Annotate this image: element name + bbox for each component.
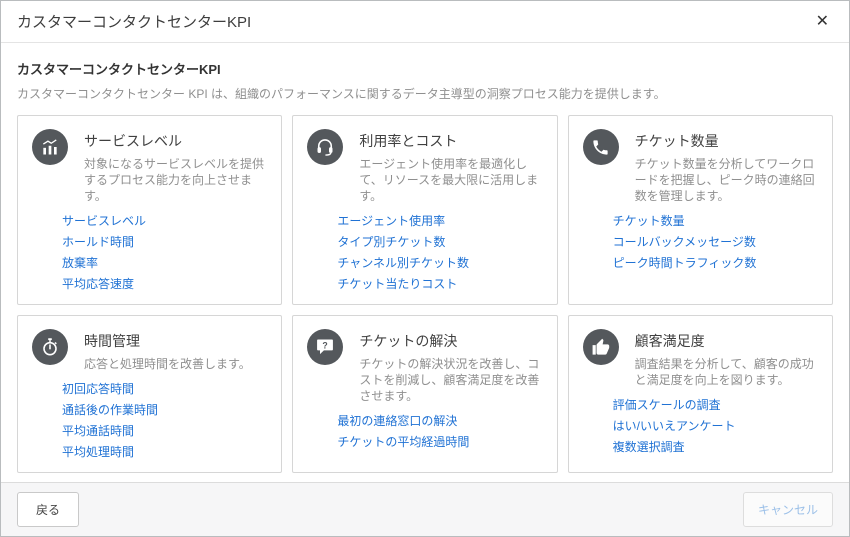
kpi-link[interactable]: ホールド時間 (62, 236, 134, 249)
card-description: エージェント使用率を最適化して、リソースを最大限に活用します。 (359, 156, 542, 204)
section-heading: カスタマーコンタクトセンターKPI (17, 59, 833, 78)
card-links: チケット数量 コールバックメッセージ数 ピーク時間トラフィック数 (613, 215, 818, 270)
kpi-link[interactable]: サービスレベル (62, 215, 146, 228)
card-links: 評価スケールの調査 はい/いいえアンケート 複数選択調査 (613, 399, 818, 454)
chat-question-icon: ? (307, 329, 343, 365)
back-button[interactable]: 戻る (17, 492, 79, 527)
kpi-link[interactable]: 最初の連絡窓口の解決 (337, 415, 457, 428)
card-title: 顧客満足度 (635, 331, 818, 351)
dialog-footer: 戻る キャンセル (1, 482, 849, 536)
kpi-link[interactable]: タイプ別チケット数 (337, 236, 445, 249)
card-links: サービスレベル ホールド時間 放棄率 平均応答速度 (62, 215, 267, 291)
headset-icon (307, 129, 343, 165)
kpi-dialog: カスタマーコンタクトセンターKPI ✕ カスタマーコンタクトセンターKPI カス… (0, 0, 850, 537)
kpi-link[interactable]: ピーク時間トラフィック数 (613, 257, 757, 270)
kpi-card-service-level: サービスレベル 対象になるサービスレベルを提供するプロセス能力を向上させます。 … (17, 115, 282, 305)
kpi-card-grid: サービスレベル 対象になるサービスレベルを提供するプロセス能力を向上させます。 … (17, 115, 833, 473)
kpi-link[interactable]: 評価スケールの調査 (613, 399, 721, 412)
phone-icon (583, 129, 619, 165)
svg-text:?: ? (323, 340, 328, 350)
kpi-link[interactable]: 平均通話時間 (62, 425, 134, 438)
card-description: 調査結果を分析して、顧客の成功と満足度を向上を図ります。 (635, 356, 818, 388)
card-links: エージェント使用率 タイプ別チケット数 チャンネル別チケット数 チケット当たりコ… (337, 215, 542, 291)
kpi-link[interactable]: はい/いいえアンケート (613, 420, 736, 433)
kpi-link[interactable]: 平均処理時間 (62, 446, 134, 459)
kpi-link[interactable]: チャンネル別チケット数 (337, 257, 469, 270)
kpi-link[interactable]: チケット数量 (613, 215, 685, 228)
kpi-link[interactable]: 平均応答速度 (62, 278, 134, 291)
dialog-header: カスタマーコンタクトセンターKPI ✕ (1, 1, 849, 43)
card-description: チケット数量を分析してワークロードを把握し、ピーク時の連絡回数を管理します。 (635, 156, 818, 204)
close-icon[interactable]: ✕ (812, 10, 833, 34)
card-title: 利用率とコスト (359, 131, 542, 151)
kpi-link[interactable]: 放棄率 (62, 257, 98, 270)
dialog-title: カスタマーコンタクトセンターKPI (17, 11, 251, 32)
card-links: 最初の連絡窓口の解決 チケットの平均経過時間 (337, 415, 542, 449)
card-description: 応答と処理時間を改善します。 (84, 356, 267, 372)
kpi-card-ticket-resolution: ? チケットの解決 チケットの解決状況を改善し、コストを削減し、顧客満足度を改善… (292, 315, 557, 473)
card-title: 時間管理 (84, 331, 267, 351)
kpi-link[interactable]: 初回応答時間 (62, 383, 134, 396)
kpi-link[interactable]: 複数選択調査 (613, 441, 685, 454)
section-description: カスタマーコンタクトセンター KPI は、組織のパフォーマンスに関するデータ主導… (17, 85, 833, 102)
kpi-link[interactable]: チケットの平均経過時間 (337, 436, 469, 449)
dialog-body: カスタマーコンタクトセンターKPI カスタマーコンタクトセンター KPI は、組… (1, 43, 849, 489)
card-description: 対象になるサービスレベルを提供するプロセス能力を向上させます。 (84, 156, 267, 204)
kpi-card-customer-satisfaction: 顧客満足度 調査結果を分析して、顧客の成功と満足度を向上を図ります。 評価スケー… (568, 315, 833, 473)
kpi-link[interactable]: コールバックメッセージ数 (613, 236, 756, 249)
thumbs-up-icon (583, 329, 619, 365)
card-title: サービスレベル (84, 131, 267, 151)
kpi-card-utilization-cost: 利用率とコスト エージェント使用率を最適化して、リソースを最大限に活用します。 … (292, 115, 557, 305)
kpi-link[interactable]: エージェント使用率 (337, 215, 445, 228)
card-links: 初回応答時間 通話後の作業時間 平均通話時間 平均処理時間 (62, 383, 267, 459)
card-title: チケットの解決 (359, 331, 542, 351)
bar-chart-icon (32, 129, 68, 165)
kpi-card-ticket-volume: チケット数量 チケット数量を分析してワークロードを把握し、ピーク時の連絡回数を管… (568, 115, 833, 305)
kpi-link[interactable]: チケット当たりコスト (337, 278, 457, 291)
cancel-button[interactable]: キャンセル (743, 492, 833, 527)
stopwatch-icon (32, 329, 68, 365)
card-title: チケット数量 (635, 131, 818, 151)
card-description: チケットの解決状況を改善し、コストを削減し、顧客満足度を改善させます。 (359, 356, 542, 404)
kpi-card-time-management: 時間管理 応答と処理時間を改善します。 初回応答時間 通話後の作業時間 平均通話… (17, 315, 282, 473)
kpi-link[interactable]: 通話後の作業時間 (62, 404, 158, 417)
